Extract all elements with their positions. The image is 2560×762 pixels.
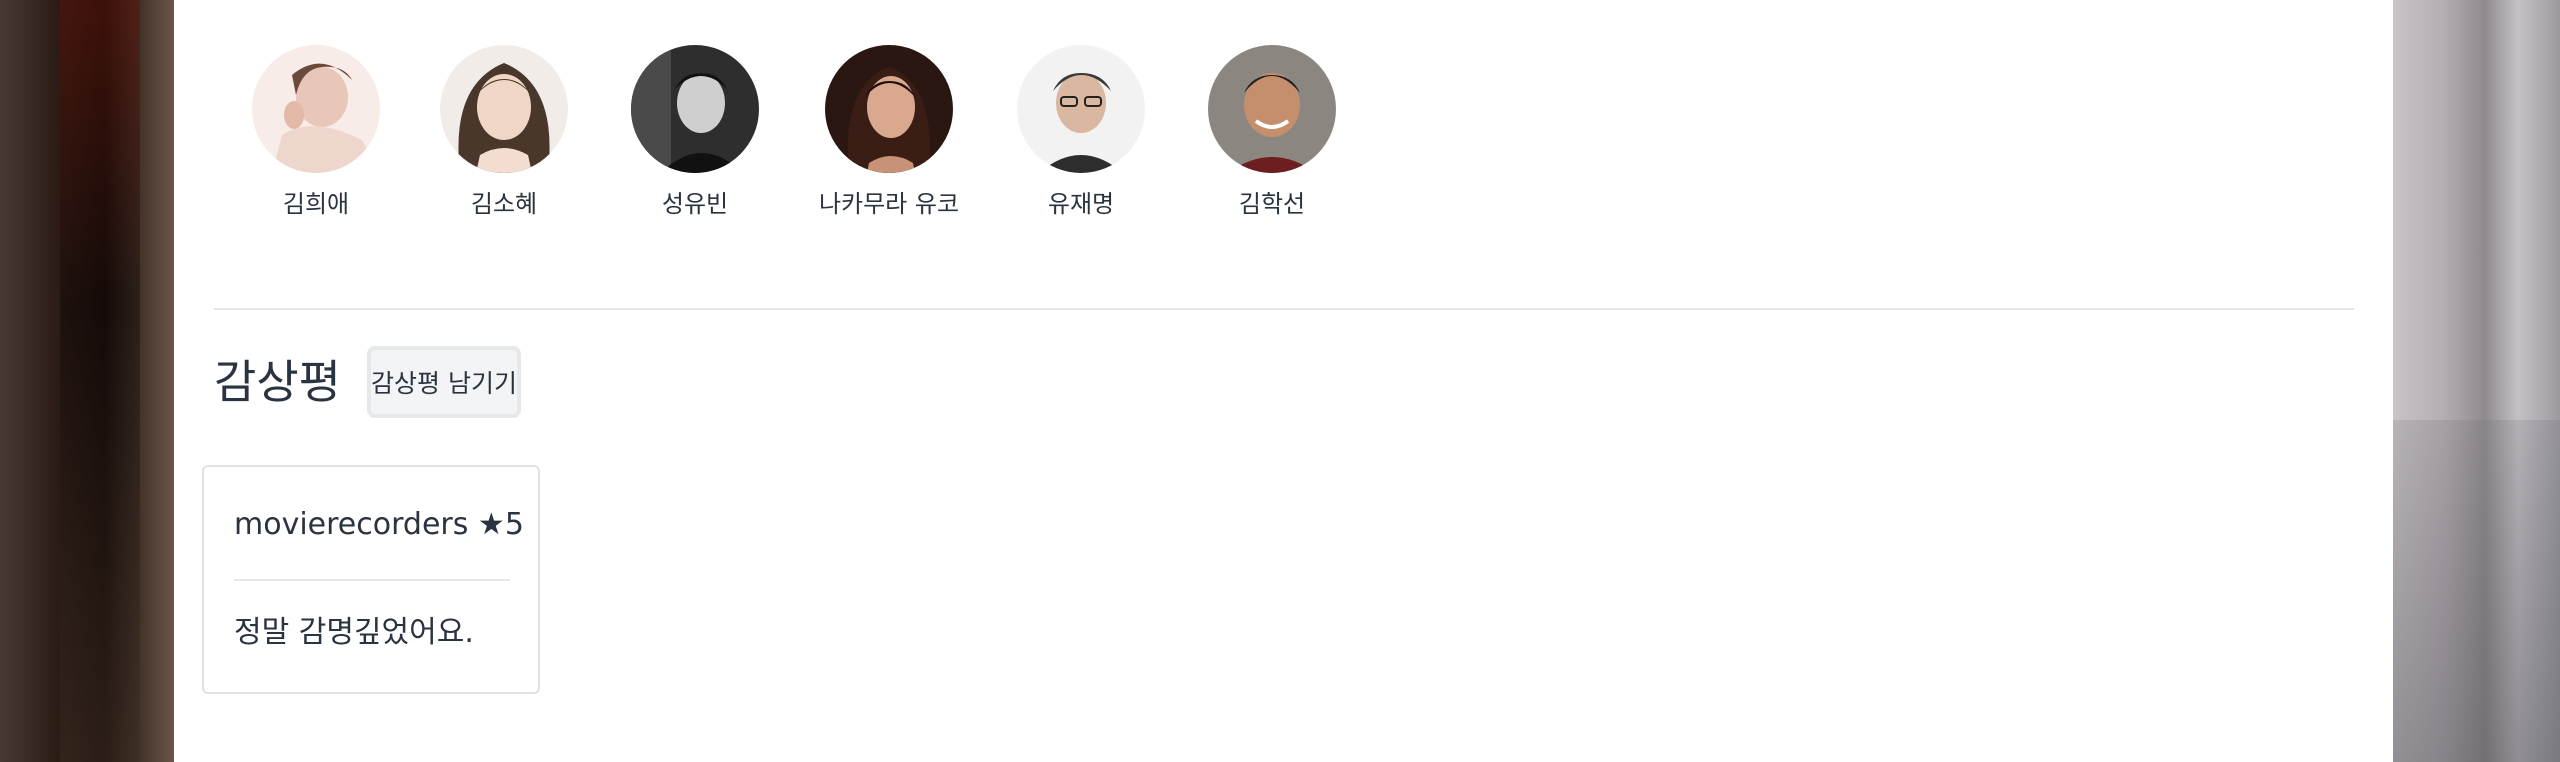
review-divider xyxy=(234,579,510,581)
reviews-title: 감상평 xyxy=(214,355,341,409)
cast-name: 김희애 xyxy=(282,190,350,218)
cast-item[interactable]: 김희애 xyxy=(226,45,406,219)
avatar[interactable] xyxy=(1208,45,1336,173)
avatar[interactable] xyxy=(631,45,759,173)
write-review-button[interactable]: 감상평 남기기 xyxy=(367,346,521,418)
cast-list: 김희애 김소혜 성유빈 나카무라 유코 유재명 김학선 xyxy=(174,0,2393,240)
section-divider xyxy=(214,308,2354,310)
review-header: movierecorders ★5 xyxy=(234,505,524,545)
background-right-blur xyxy=(2393,0,2560,762)
cast-item[interactable]: 김소혜 xyxy=(414,45,594,219)
cast-name: 유재명 xyxy=(1047,190,1115,218)
avatar[interactable] xyxy=(1017,45,1145,173)
cast-item[interactable]: 유재명 xyxy=(991,45,1171,219)
cast-name: 성유빈 xyxy=(661,190,729,218)
cast-name: 김학선 xyxy=(1238,190,1306,218)
avatar[interactable] xyxy=(440,45,568,173)
review-rating: ★5 xyxy=(477,507,524,542)
review-author: movierecorders xyxy=(234,507,469,542)
avatar[interactable] xyxy=(825,45,953,173)
review-card: movierecorders ★5 정말 감명깊었어요. xyxy=(202,465,540,694)
cast-item[interactable]: 성유빈 xyxy=(605,45,785,219)
cast-name: 김소혜 xyxy=(470,190,538,218)
review-text: 정말 감명깊었어요. xyxy=(234,615,474,650)
cast-item[interactable]: 김학선 xyxy=(1182,45,1362,219)
content-panel: 김희애 김소혜 성유빈 나카무라 유코 유재명 김학선 감상평 감상평 남기기 … xyxy=(174,0,2393,762)
cast-item[interactable]: 나카무라 유코 xyxy=(799,45,979,219)
background-left-blur xyxy=(0,0,174,762)
cast-name: 나카무라 유코 xyxy=(818,190,960,218)
avatar[interactable] xyxy=(252,45,380,173)
